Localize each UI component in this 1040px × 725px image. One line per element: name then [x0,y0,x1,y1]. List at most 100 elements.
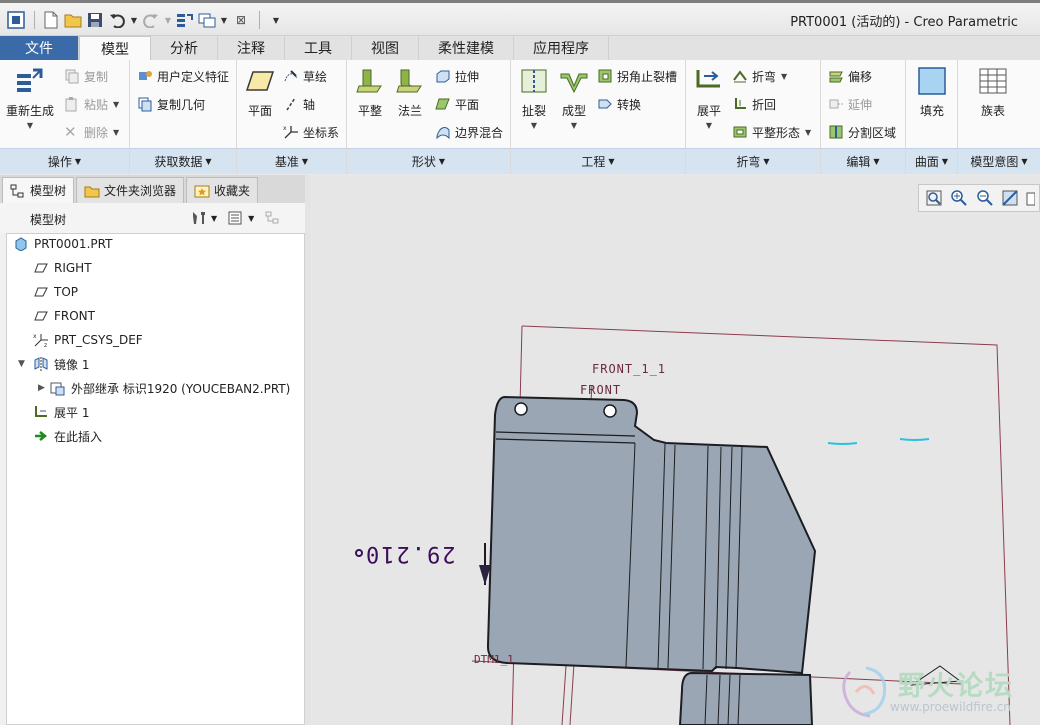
hole[interactable] [603,404,617,418]
datum-label-front[interactable]: FRONT [580,383,621,397]
group-operations-footer[interactable]: 操作 ▼ [0,148,129,174]
tree-node-front[interactable]: FRONT [33,306,95,326]
axis-button[interactable]: 轴 [283,94,315,114]
tab-applications[interactable]: 应用程序 [514,36,609,60]
undo-dropdown-icon[interactable]: ▼ [129,10,139,30]
udf-button[interactable]: 用户定义特征 [137,66,229,86]
tree-node-external-inheritance[interactable]: 外部继承 标识1920 (YOUCEBAN2.PRT) [50,378,290,398]
window-icon[interactable] [197,10,217,30]
plane-button[interactable]: 平面 [245,66,275,119]
family-table-button[interactable]: 族表 [978,66,1008,119]
watermark: 野火论坛 www.proewildfire.cn [838,660,1038,724]
new-icon[interactable] [41,10,61,30]
group-bend-footer[interactable]: 折弯 ▼ [686,148,820,174]
group-model-intent-footer[interactable]: 模型意图 ▼ [958,148,1040,174]
separator [259,11,260,29]
save-icon[interactable] [85,10,105,30]
tab-flexible-modeling[interactable]: 柔性建模 [419,36,514,60]
group-surface-footer[interactable]: 曲面 ▼ [906,148,957,174]
bend-back-button[interactable]: 折回 [732,94,776,114]
tab-analysis[interactable]: 分析 [151,36,218,60]
redo-dropdown-icon[interactable]: ▼ [163,10,173,30]
csys-button[interactable]: x 坐标系 [283,122,339,142]
sheetmetal-part-lower[interactable] [678,671,814,725]
unbend-button[interactable]: 展平 ▼ [694,66,724,130]
tab-folder-browser[interactable]: 文件夹浏览器 [76,177,185,203]
settings-icon[interactable] [190,210,208,226]
group-label: 工程 [581,155,606,169]
customize-icon[interactable]: ▼ [266,10,286,30]
sketch-button[interactable]: 草绘 [283,66,327,86]
tab-annotate[interactable]: 注释 [218,36,285,60]
group-datum-footer[interactable]: 基准 ▼ [237,148,346,174]
delete-button[interactable]: ✕ 删除 ▼ [64,122,119,142]
undo-icon[interactable] [107,10,127,30]
tree-node-right[interactable]: RIGHT [33,258,92,278]
open-icon[interactable] [63,10,83,30]
filter-icon[interactable] [264,210,282,226]
datum-label-front-1-1[interactable]: FRONT_1_1 [592,362,666,376]
chevron-down-icon: ▼ [763,157,770,166]
svg-text:x: x [283,125,287,132]
chevron-down-icon[interactable]: ▼ [211,214,217,223]
delete-icon: ✕ [64,123,77,141]
tab-favorites[interactable]: 收藏夹 [186,177,259,203]
copy-button[interactable]: 复制 [64,66,108,86]
copy-geometry-button[interactable]: 复制几何 [137,94,205,114]
sheetmetal-part[interactable] [486,395,817,675]
group-engineering-footer[interactable]: 工程 ▼ [511,148,685,174]
graphics-window[interactable]: FRONT_1_1 FRONT 29.210 DTM1_1 [312,175,1040,725]
hole[interactable] [514,402,528,416]
extend-button[interactable]: 延伸 [828,94,872,114]
tree-node-unbend[interactable]: 展平 1 [33,402,89,422]
boundary-blend-button[interactable]: 边界混合 [435,122,503,142]
collapse-icon[interactable]: ▼ [18,359,25,369]
form-button[interactable]: 成型 ▼ [559,66,589,130]
group-shapes-footer[interactable]: 形状 ▼ [347,148,510,174]
flat-state-button[interactable]: 平整形态 ▼ [732,122,811,142]
group-edit-footer[interactable]: 编辑 ▼ [821,148,905,174]
family-table-label: 族表 [980,104,1005,118]
chevron-down-icon[interactable]: ▼ [248,214,254,223]
paste-button[interactable]: 粘贴 ▼ [64,94,119,114]
tree-node-insert-here[interactable]: 在此插入 [33,426,102,446]
extend-label: 延伸 [848,97,873,112]
regenerate-button[interactable]: 重新生成 ▼ [6,66,54,130]
tree-node-part[interactable]: PRT0001.PRT [13,234,112,254]
split-area-button[interactable]: 分割区域 [828,122,896,142]
group-get-data-footer[interactable]: 获取数据 ▼ [130,148,236,174]
tab-model-tree[interactable]: 模型树 [2,177,75,203]
panel-splitter[interactable] [305,175,311,725]
group-label: 折弯 [736,155,761,169]
window-dropdown-icon[interactable]: ▼ [219,10,229,30]
tab-model[interactable]: 模型 [79,36,151,60]
convert-button[interactable]: 转换 [597,94,641,114]
show-icon[interactable] [227,210,245,226]
flat-wall-button[interactable]: 平整 [355,66,385,119]
tree-node-top[interactable]: TOP [33,282,78,302]
bend-back-label: 折回 [752,97,777,112]
tree-node-csys[interactable]: xz PRT_CSYS_DEF [33,330,143,350]
dimension-value[interactable]: 29.210 [364,541,455,566]
extrude-button[interactable]: 拉伸 [435,66,479,86]
tree-node-mirror[interactable]: 镜像 1 [33,354,89,374]
close-icon[interactable]: ⊠ [231,10,251,30]
rip-button[interactable]: 扯裂 ▼ [519,66,549,130]
fill-button[interactable]: 填充 [917,66,947,119]
regenerate-icon[interactable] [175,10,195,30]
tab-file[interactable]: 文件 [0,36,79,60]
plane-wall-button[interactable]: 平面 [435,94,479,114]
flange-button[interactable]: 法兰 [395,66,425,119]
expand-icon[interactable]: ▶ [38,383,45,393]
offset-button[interactable]: 偏移 [828,66,872,86]
bend-label: 折弯 [752,69,777,84]
corner-relief-button[interactable]: 拐角止裂槽 [597,66,677,86]
tab-tools[interactable]: 工具 [285,36,352,60]
chevron-down-icon: ▼ [205,157,212,166]
tab-view[interactable]: 视图 [352,36,419,60]
redo-icon[interactable] [141,10,161,30]
bend-button[interactable]: 折弯 ▼ [732,66,787,86]
datum-label-dtm[interactable]: DTM1_1 [474,653,514,666]
form-icon [560,73,588,94]
app-icon[interactable] [6,10,26,30]
